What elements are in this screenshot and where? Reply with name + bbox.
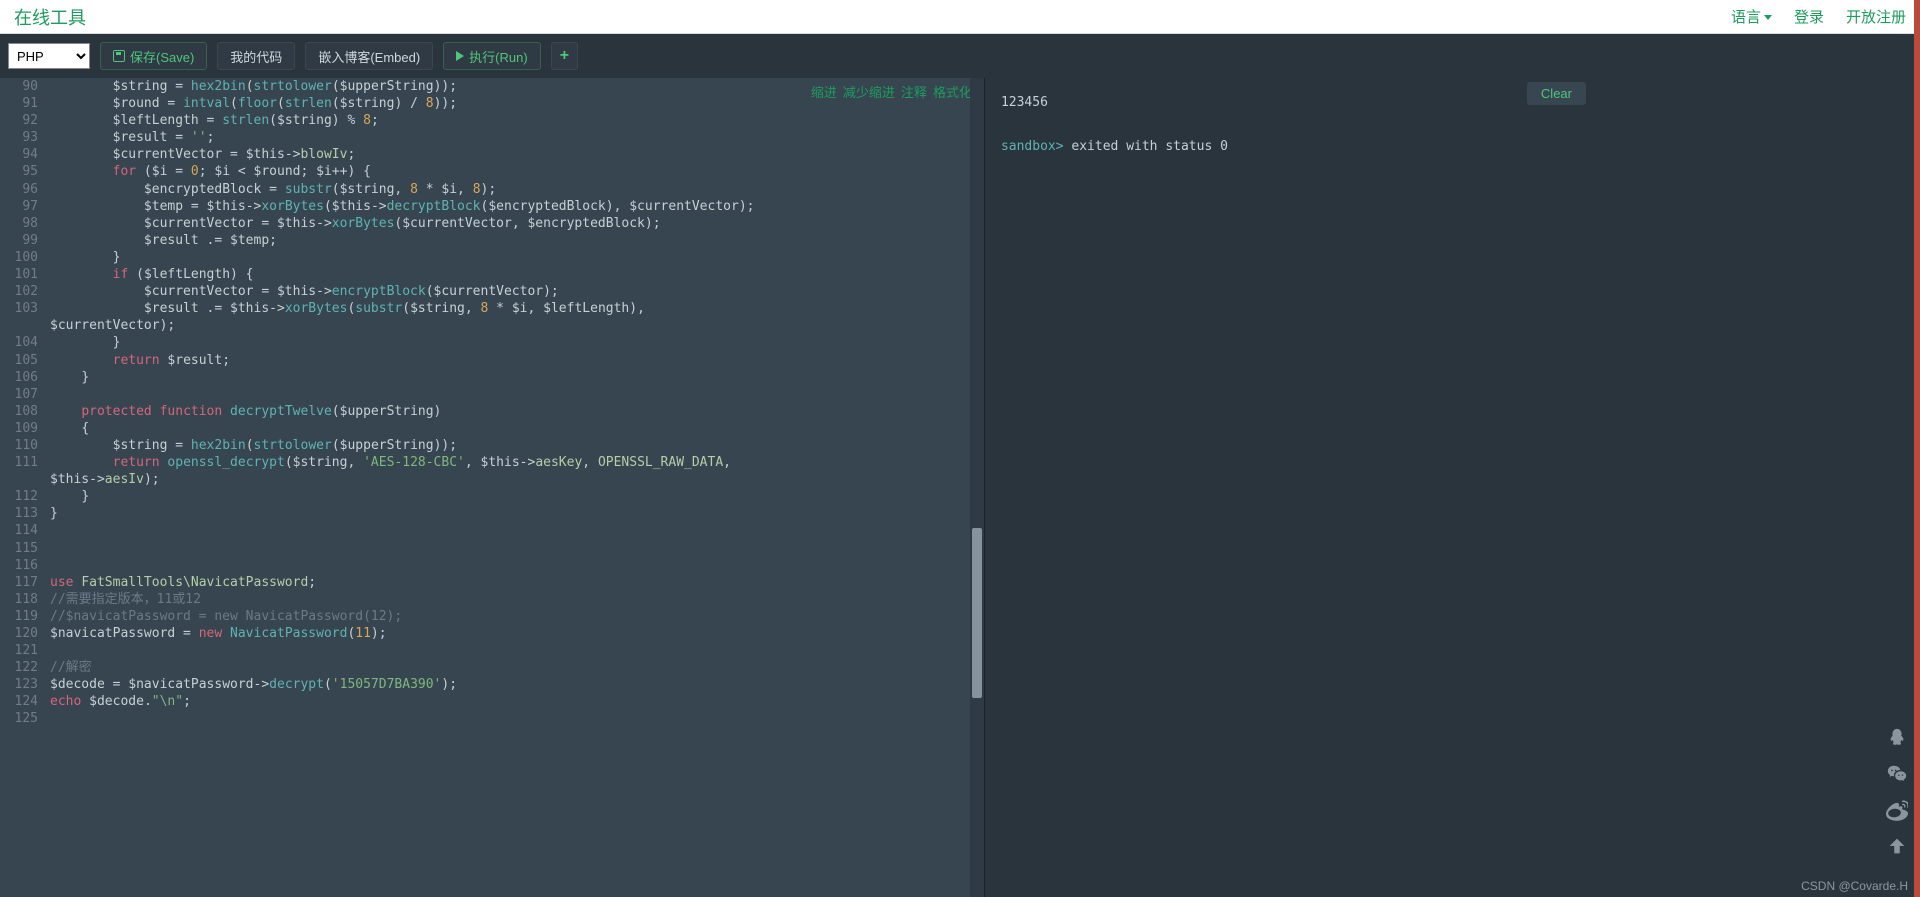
add-button[interactable]: + bbox=[551, 42, 578, 70]
outdent-action[interactable]: 减少缩进 bbox=[843, 82, 895, 101]
top-bar: 在线工具 语言 登录 开放注册 bbox=[0, 0, 1920, 34]
code-area[interactable]: $string = hex2bin(strtolower($upperStrin… bbox=[44, 78, 984, 897]
play-icon bbox=[456, 51, 464, 61]
embed-button[interactable]: 嵌入博客(Embed) bbox=[305, 42, 433, 70]
top-links: 语言 登录 开放注册 bbox=[1731, 6, 1906, 27]
output-body: 123456 sandbox> exited with status 0 bbox=[985, 78, 1920, 172]
mycode-button[interactable]: 我的代码 bbox=[217, 42, 295, 70]
save-button[interactable]: 保存(Save) bbox=[100, 42, 207, 70]
language-select[interactable]: PHP bbox=[8, 43, 90, 69]
clear-button[interactable]: Clear bbox=[1527, 82, 1586, 105]
float-widgets bbox=[1886, 727, 1908, 857]
format-action[interactable]: 格式化 bbox=[933, 82, 972, 101]
indent-action[interactable]: 缩进 bbox=[811, 82, 837, 101]
embed-label: 嵌入博客(Embed) bbox=[318, 47, 420, 66]
chevron-down-icon bbox=[1764, 15, 1772, 20]
weibo-icon[interactable] bbox=[1886, 799, 1908, 821]
qq-icon[interactable] bbox=[1886, 727, 1908, 749]
main-split: 9091929394959697989910010110210310410510… bbox=[0, 78, 1920, 897]
run-button[interactable]: 执行(Run) bbox=[443, 42, 541, 70]
register-link[interactable]: 开放注册 bbox=[1846, 6, 1906, 27]
language-label: 语言 bbox=[1731, 6, 1761, 27]
run-label: 执行(Run) bbox=[469, 47, 528, 66]
back-to-top-icon[interactable] bbox=[1886, 835, 1908, 857]
wechat-icon[interactable] bbox=[1886, 763, 1908, 785]
toolbar: PHP 保存(Save) 我的代码 嵌入博客(Embed) 执行(Run) + bbox=[0, 34, 1920, 78]
line-gutter: 9091929394959697989910010110210310410510… bbox=[0, 78, 44, 897]
scroll-thumb[interactable] bbox=[972, 528, 982, 698]
brand-title: 在线工具 bbox=[14, 4, 86, 30]
outer-scroll-indicator bbox=[1914, 0, 1920, 897]
editor-overlay: 缩进 减少缩进 注释 格式化 bbox=[811, 82, 972, 101]
language-menu[interactable]: 语言 bbox=[1731, 6, 1772, 27]
save-icon bbox=[113, 50, 125, 62]
comment-action[interactable]: 注释 bbox=[901, 82, 927, 101]
mycode-label: 我的代码 bbox=[230, 47, 282, 66]
editor-scrollbar[interactable] bbox=[970, 78, 984, 897]
save-label: 保存(Save) bbox=[130, 47, 194, 66]
editor-pane: 9091929394959697989910010110210310410510… bbox=[0, 78, 985, 897]
login-link[interactable]: 登录 bbox=[1794, 6, 1824, 27]
output-pane: Clear 123456 sandbox> exited with status… bbox=[985, 78, 1920, 897]
plus-icon: + bbox=[560, 48, 569, 64]
